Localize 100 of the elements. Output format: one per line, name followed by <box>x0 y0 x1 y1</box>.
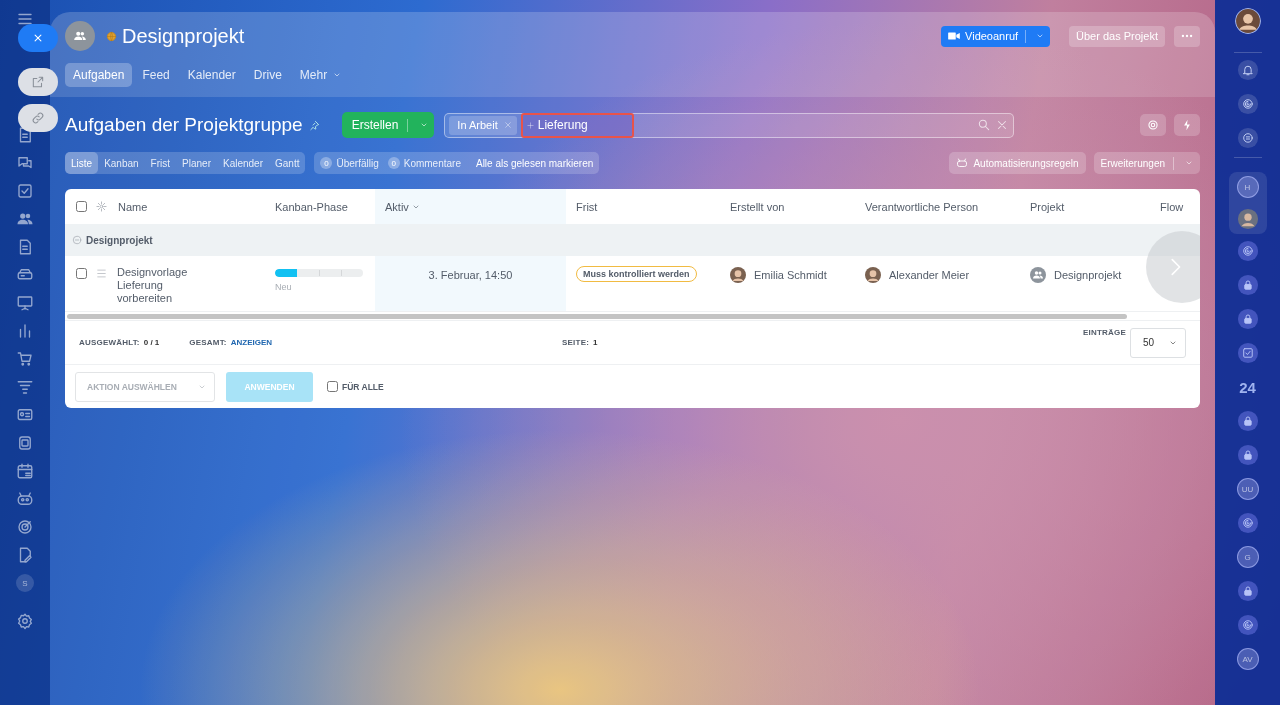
column-header[interactable]: Verantwortliche Person <box>865 200 979 213</box>
project-title: Designprojekt <box>122 24 245 48</box>
selected-count: 0 / 1 <box>143 338 160 347</box>
swirl-icon[interactable] <box>1236 512 1259 534</box>
lock-icon[interactable] <box>1236 274 1259 296</box>
about-project-button[interactable]: Über das Projekt <box>1069 25 1165 47</box>
video-call-button[interactable]: Videoanruf <box>941 25 1051 47</box>
selected-label: AUSGEWÄHLT: <box>79 338 140 347</box>
checkbox-icon[interactable] <box>16 182 34 200</box>
page-number: 1 <box>593 338 598 347</box>
swirl-icon[interactable] <box>1236 240 1259 262</box>
automation-rules-button[interactable]: Automatisierungsregeln <box>949 152 1086 174</box>
cart-icon[interactable] <box>16 350 34 368</box>
filter-search-field[interactable]: In Arbeit Lieferung <box>444 112 1015 138</box>
view-tab[interactable]: Frist <box>144 152 177 174</box>
open-external-icon <box>31 75 45 89</box>
project-link[interactable]: Designprojekt <box>1054 269 1122 281</box>
caret-icon <box>420 121 429 129</box>
settings-button[interactable] <box>1140 114 1166 136</box>
column-header[interactable]: Frist <box>576 200 598 213</box>
for-all-label: FÜR ALLE <box>342 381 384 392</box>
calendar-icon[interactable] <box>16 462 34 480</box>
box-icon[interactable] <box>16 434 34 452</box>
group-icon <box>1030 267 1046 283</box>
filter-input-field[interactable]: Lieferung <box>520 112 634 138</box>
chat-avatar[interactable]: G <box>1236 546 1259 568</box>
column-header[interactable]: Flow <box>1160 200 1184 213</box>
counter-filter[interactable]: 0 Überfällig <box>320 157 379 169</box>
counter-text[interactable]: 24 <box>1239 376 1256 398</box>
page-title: Aufgaben der Projektgruppe <box>65 114 303 136</box>
drag-handle-icon[interactable] <box>96 269 107 278</box>
nav-tab[interactable]: Feed <box>134 63 178 87</box>
bell-icon[interactable] <box>1236 59 1259 81</box>
create-button[interactable]: Erstellen <box>341 112 435 138</box>
chat-icon[interactable] <box>1236 127 1259 149</box>
column-header[interactable]: Kanban-Phase <box>275 200 348 213</box>
swirl-icon[interactable] <box>1236 93 1259 115</box>
pill-button[interactable] <box>18 68 58 96</box>
scrollbar[interactable] <box>67 314 1127 319</box>
page-label: SEITE: <box>562 338 590 347</box>
counter-filter[interactable]: 0 Kommentare <box>387 157 461 169</box>
lock-icon[interactable] <box>1236 580 1259 602</box>
user-avatar[interactable] <box>1234 8 1261 34</box>
user-avatar[interactable]: S <box>16 574 34 592</box>
avatar-icon <box>730 267 746 283</box>
extensions-button[interactable]: Erweiterungen <box>1093 152 1200 174</box>
lock-icon[interactable] <box>1236 410 1259 432</box>
view-tab[interactable]: Planer <box>176 152 217 174</box>
funnel-icon[interactable] <box>16 378 34 396</box>
column-header[interactable]: Name <box>118 200 148 213</box>
robot-icon[interactable] <box>16 490 34 508</box>
show-total-link[interactable]: ANZEIGEN <box>230 338 273 347</box>
total-label: GESAMT: <box>189 338 227 347</box>
lock-icon[interactable] <box>1236 444 1259 466</box>
pill-button[interactable] <box>18 104 58 132</box>
group-icon <box>73 29 87 43</box>
view-tab[interactable]: Kalender <box>216 152 269 174</box>
close-button[interactable] <box>18 24 58 52</box>
nav-tab[interactable]: Kalender <box>179 63 244 87</box>
column-header[interactable]: Aktiv <box>385 200 409 213</box>
caret-icon <box>1036 32 1045 40</box>
column-header[interactable]: Erstellt von <box>730 200 785 213</box>
checkbox-icon[interactable] <box>1236 342 1259 364</box>
for-all-checkbox[interactable] <box>327 381 338 392</box>
nav-tab[interactable]: Drive <box>245 63 290 87</box>
view-tab[interactable]: Liste <box>65 152 99 174</box>
plus-icon <box>526 121 534 129</box>
chat-avatar[interactable]: H <box>1236 176 1259 198</box>
lock-icon[interactable] <box>1236 308 1259 330</box>
table-cell: 3. Februar, 14:50 <box>428 269 513 281</box>
chat-avatar[interactable]: AV <box>1236 648 1259 670</box>
caret-icon <box>1185 159 1193 167</box>
swirl-icon[interactable] <box>1236 614 1259 636</box>
filter-tag[interactable]: In Arbeit <box>449 115 517 135</box>
entries-label: EINTRÄGE <box>1083 327 1126 337</box>
stage-name: Neu <box>275 282 293 292</box>
avatar-icon <box>865 267 881 283</box>
view-tab[interactable]: Gantt <box>269 152 306 174</box>
globe-icon <box>106 30 117 42</box>
person-name[interactable]: Emilia Schmidt <box>754 269 827 281</box>
chat-avatar[interactable]: UU <box>1236 478 1259 500</box>
person-name[interactable]: Alexander Meier <box>889 269 970 281</box>
entries-dropdown[interactable]: 50 <box>1130 327 1186 358</box>
row-checkbox[interactable] <box>76 268 87 279</box>
robot-icon <box>956 157 969 169</box>
column-header[interactable]: Projekt <box>1030 200 1065 213</box>
count-badge: 0 <box>387 157 400 169</box>
task-name[interactable]: Designvorlage Lieferung vorbereiten <box>117 266 197 305</box>
group-title: Designprojekt <box>86 234 153 246</box>
view-tab[interactable]: Kanban <box>98 152 145 174</box>
nav-tab[interactable]: Aufgaben <box>65 63 133 87</box>
nav-tab[interactable]: Mehr <box>291 63 350 87</box>
action-dropdown[interactable]: AKTION AUSWÄHLEN <box>75 371 215 402</box>
link-icon <box>31 111 45 125</box>
mark-all-read-button[interactable]: Alle als gelesen markieren <box>469 157 594 169</box>
pin-icon[interactable] <box>308 119 320 131</box>
target-icon[interactable] <box>16 518 34 536</box>
avatar-icon[interactable] <box>1236 208 1259 230</box>
presentation-icon[interactable] <box>16 294 34 312</box>
select-all-checkbox[interactable] <box>76 201 87 212</box>
